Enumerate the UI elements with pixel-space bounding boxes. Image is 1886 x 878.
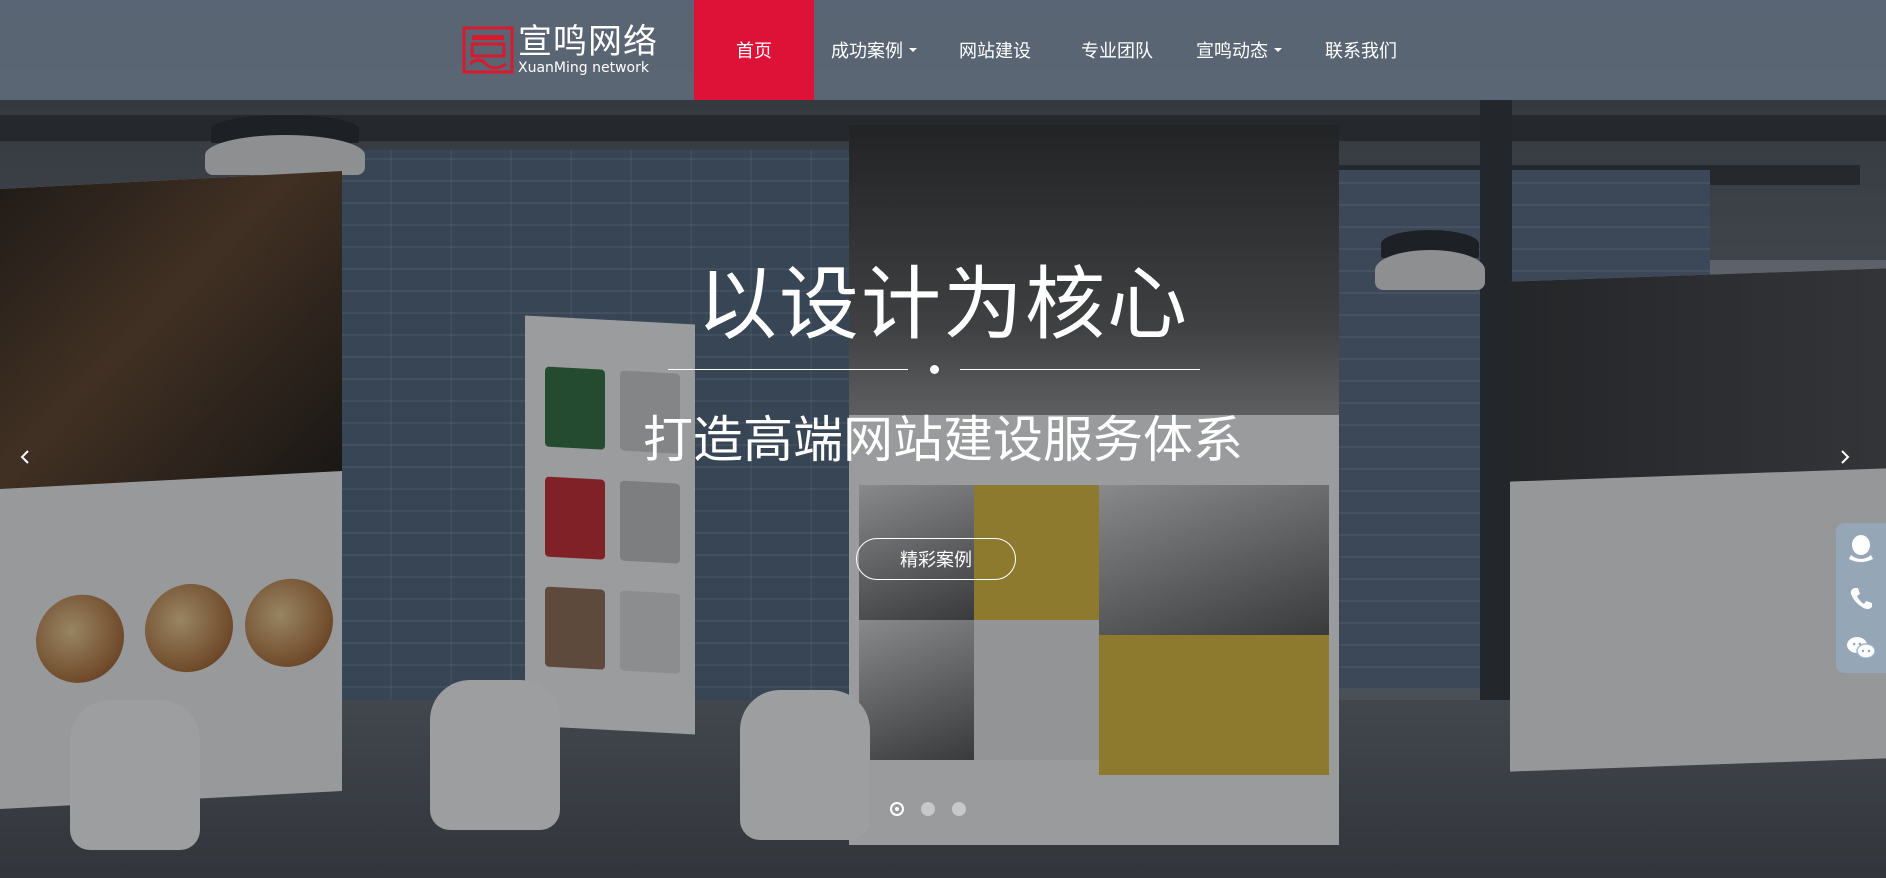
site-header: 宣鸣网络 XuanMing network 首页 成功案例 网站建设 专业团队 …: [0, 0, 1886, 100]
slide-indicators: [890, 802, 983, 816]
nav-item-label: 专业团队: [1081, 41, 1153, 62]
nav-item-label: 首页: [736, 41, 772, 62]
nav-item-news[interactable]: 宣鸣动态: [1178, 0, 1300, 100]
wechat-icon: [1847, 637, 1876, 659]
chevron-right-icon: [1841, 450, 1850, 464]
logo-subtitle: XuanMing network: [518, 60, 649, 76]
logo-mark-icon: [462, 26, 514, 74]
slide-dot[interactable]: [952, 802, 966, 816]
phone-icon: [1850, 588, 1872, 609]
caret-down-icon: [1274, 48, 1282, 52]
logo-title: 宣鸣网络: [518, 22, 658, 62]
prev-slide-button[interactable]: [14, 446, 36, 468]
nav-item-label: 宣鸣动态: [1196, 41, 1268, 62]
nav-item-label: 联系我们: [1325, 41, 1397, 62]
chevron-left-icon: [20, 450, 29, 464]
nav-item-label: 网站建设: [959, 41, 1031, 62]
hero-divider: [960, 369, 1200, 370]
logo-text: 宣鸣网络 XuanMing network: [518, 25, 658, 75]
hero-divider: [668, 369, 908, 370]
qq-button[interactable]: [1836, 523, 1886, 573]
caret-down-icon: [909, 48, 917, 52]
hero-subline: 打造高端网站建设服务体系: [643, 411, 1243, 469]
qq-icon: [1849, 535, 1873, 562]
main-nav: 首页 成功案例 网站建设 专业团队 宣鸣动态 联系我们: [694, 0, 1422, 100]
hero-divider-dot: [930, 365, 939, 374]
side-contact-bar: [1836, 523, 1886, 673]
nav-item-contact[interactable]: 联系我们: [1300, 0, 1422, 100]
cases-button[interactable]: 精彩案例: [856, 538, 1016, 580]
nav-item-label: 成功案例: [831, 41, 903, 62]
nav-item-home[interactable]: 首页: [694, 0, 814, 100]
nav-item-team[interactable]: 专业团队: [1056, 0, 1178, 100]
nav-item-cases[interactable]: 成功案例: [814, 0, 934, 100]
wechat-button[interactable]: [1836, 623, 1886, 673]
logo[interactable]: 宣鸣网络 XuanMing network: [462, 25, 658, 75]
nav-item-web-build[interactable]: 网站建设: [934, 0, 1056, 100]
slide-dot[interactable]: [921, 802, 935, 816]
next-slide-button[interactable]: [1834, 446, 1856, 468]
phone-button[interactable]: [1836, 573, 1886, 623]
hero-headline: 以设计为核心: [697, 258, 1189, 351]
slide-dot[interactable]: [890, 802, 904, 816]
